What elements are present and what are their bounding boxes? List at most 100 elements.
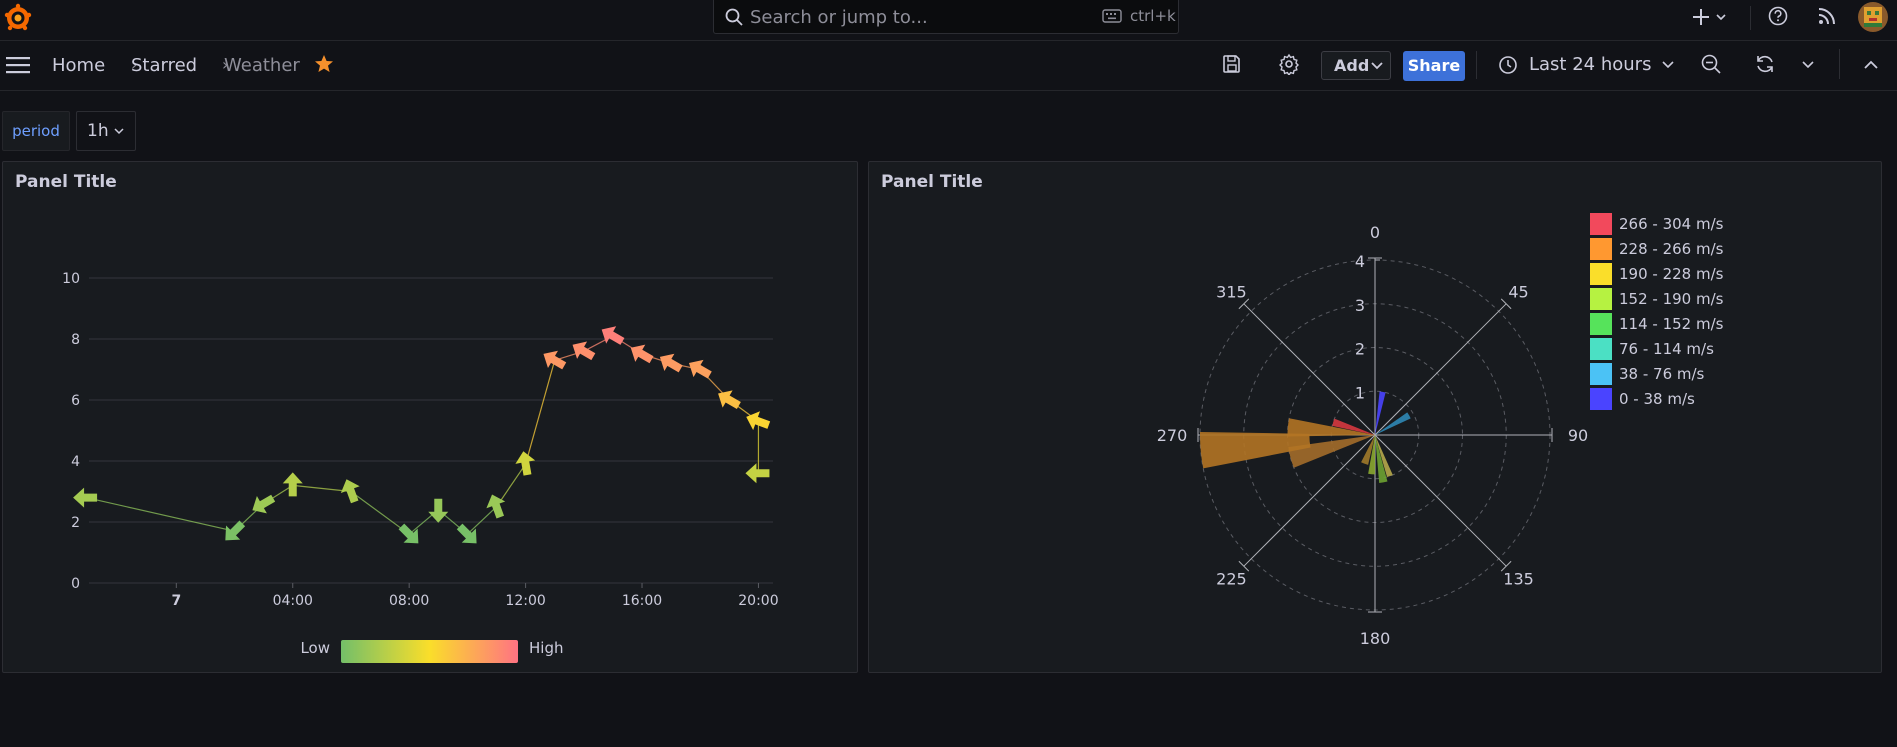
- chevron-down-icon[interactable]: [1662, 61, 1674, 69]
- x-tick-label: 08:00: [389, 593, 429, 609]
- angular-axis-line: [1243, 303, 1376, 436]
- wind-arrow-point[interactable]: [655, 348, 686, 377]
- wind-arrow-point[interactable]: [597, 321, 628, 350]
- legend-item[interactable]: 266 - 304 m/s: [1590, 213, 1724, 235]
- x-tick-label: 7: [171, 593, 181, 609]
- y-tick-label: 0: [71, 576, 80, 592]
- chevron-up-icon[interactable]: [1864, 60, 1878, 69]
- radial-tick-label: 3: [1355, 296, 1365, 315]
- news-rss-icon[interactable]: [1817, 6, 1837, 26]
- wind-arrow-point[interactable]: [538, 345, 569, 374]
- wind-rose-wedge[interactable]: [1375, 412, 1411, 435]
- chevron-down-icon: [1371, 62, 1383, 70]
- star-icon[interactable]: [314, 54, 334, 74]
- angular-axis-line: [1374, 434, 1507, 567]
- search-placeholder: Search or jump to...: [750, 7, 928, 28]
- wind-rose-chart: 0 45 90 135 180 225 270 315 1 2 3 4 266 - 304 m/s 22…: [1157, 213, 1724, 648]
- angle-tick-label: 315: [1216, 282, 1247, 301]
- y-tick-label: 4: [71, 454, 80, 470]
- refresh-icon[interactable]: [1754, 53, 1776, 75]
- top-bar: Search or jump to... ctrl+k: [0, 0, 1897, 41]
- wind-arrow-point[interactable]: [745, 463, 770, 484]
- legend-item[interactable]: 0 - 38 m/s: [1590, 388, 1695, 410]
- zoom-out-icon[interactable]: [1700, 53, 1722, 75]
- legend-label: 228 - 266 m/s: [1619, 240, 1724, 258]
- wind-arrow-point[interactable]: [568, 336, 599, 365]
- legend-item[interactable]: 228 - 266 m/s: [1590, 238, 1724, 260]
- panel-line-chart[interactable]: Panel Title 0 2 4 6 8 10 7 04:00 08:00 12:00 16:00…: [2, 161, 858, 673]
- wind-arrow-point[interactable]: [743, 408, 772, 435]
- gradient-legend-bar: [341, 640, 518, 663]
- help-icon[interactable]: [1767, 5, 1789, 27]
- angle-tick-label: 135: [1503, 570, 1534, 589]
- legend-low-label: Low: [300, 639, 330, 657]
- legend-swatch: [1590, 238, 1612, 260]
- settings-gear-icon[interactable]: [1278, 53, 1300, 75]
- legend-item[interactable]: 38 - 76 m/s: [1590, 363, 1705, 385]
- legend-label: 38 - 76 m/s: [1619, 365, 1705, 383]
- variable-select-period[interactable]: 1h: [76, 111, 136, 151]
- legend-item[interactable]: 152 - 190 m/s: [1590, 288, 1724, 310]
- wind-rose-wedge[interactable]: [1287, 418, 1376, 437]
- search-shortcut: ctrl+k: [1130, 7, 1176, 25]
- dashboard-nav-bar: Home › Starred › Weather Add Share Last …: [0, 41, 1897, 91]
- save-icon[interactable]: [1222, 54, 1242, 74]
- legend-swatch: [1590, 313, 1612, 335]
- add-button[interactable]: Add: [1321, 51, 1391, 80]
- y-tick-label: 2: [71, 515, 80, 531]
- wind-arrow-point[interactable]: [73, 487, 98, 508]
- angular-axis-line: [1374, 303, 1507, 436]
- legend-label: 114 - 152 m/s: [1619, 315, 1724, 333]
- legend-item[interactable]: 76 - 114 m/s: [1590, 338, 1714, 360]
- legend-label: 76 - 114 m/s: [1619, 340, 1714, 358]
- breadcrumb-starred-label: Starred: [131, 55, 198, 76]
- search-icon: [725, 8, 743, 26]
- chevron-down-icon[interactable]: [1802, 61, 1814, 69]
- radial-tick-label: 4: [1355, 252, 1365, 271]
- clock-icon[interactable]: [1498, 55, 1518, 75]
- wind-rose-wedge[interactable]: [1375, 391, 1386, 435]
- grafana-logo-icon[interactable]: [2, 2, 34, 34]
- wind-arrow-point[interactable]: [513, 450, 537, 477]
- radial-tick-label: 2: [1355, 340, 1365, 359]
- legend-label: 152 - 190 m/s: [1619, 290, 1724, 308]
- legend-swatch: [1590, 263, 1612, 285]
- angle-tick-label: 90: [1568, 426, 1588, 445]
- search-bar[interactable]: Search or jump to... ctrl+k: [713, 0, 1179, 34]
- legend-swatch: [1590, 388, 1612, 410]
- angle-tick-label: 45: [1508, 282, 1528, 301]
- wind-arrow-point[interactable]: [428, 498, 449, 523]
- angle-tick-label: 225: [1216, 570, 1247, 589]
- breadcrumb-home[interactable]: Home: [52, 55, 105, 76]
- variable-value: 1h: [87, 121, 109, 141]
- legend-item[interactable]: 190 - 228 m/s: [1590, 263, 1724, 285]
- time-range-picker[interactable]: Last 24 hours: [1529, 54, 1651, 75]
- new-plus-icon[interactable]: [1692, 7, 1732, 27]
- user-avatar[interactable]: [1858, 2, 1888, 32]
- wind-arrow-point[interactable]: [282, 472, 303, 497]
- y-tick-label: 8: [71, 332, 80, 348]
- legend-item[interactable]: 114 - 152 m/s: [1590, 313, 1724, 335]
- legend-label: 266 - 304 m/s: [1619, 215, 1724, 233]
- wind-arrow-point[interactable]: [626, 339, 657, 368]
- legend-high-label: High: [529, 639, 563, 657]
- keyboard-icon: [1102, 9, 1122, 23]
- series-line-segment: [85, 497, 235, 532]
- legend-swatch: [1590, 213, 1612, 235]
- chevron-down-icon: [114, 128, 124, 135]
- x-tick-label: 04:00: [273, 593, 313, 609]
- legend-swatch: [1590, 288, 1612, 310]
- divider: [1839, 49, 1840, 79]
- x-tick-label: 20:00: [738, 593, 778, 609]
- x-tick-label: 16:00: [622, 593, 662, 609]
- share-button[interactable]: Share: [1403, 51, 1465, 81]
- angle-tick-label: 180: [1360, 629, 1391, 648]
- panel-wind-rose[interactable]: Panel Title 0 45 90 135 180 225 270 315 1 2 3 4 266…: [868, 161, 1882, 673]
- breadcrumb-current: Weather: [224, 55, 300, 76]
- divider: [1750, 6, 1751, 30]
- menu-icon[interactable]: [6, 56, 30, 74]
- line-chart: 0 2 4 6 8 10 7 04:00 08:00 12:00 16:00 20:00 Low Hig…: [62, 271, 779, 663]
- angle-tick-label: 0: [1370, 223, 1380, 242]
- y-tick-label: 6: [71, 393, 80, 409]
- legend-label: 0 - 38 m/s: [1619, 390, 1695, 408]
